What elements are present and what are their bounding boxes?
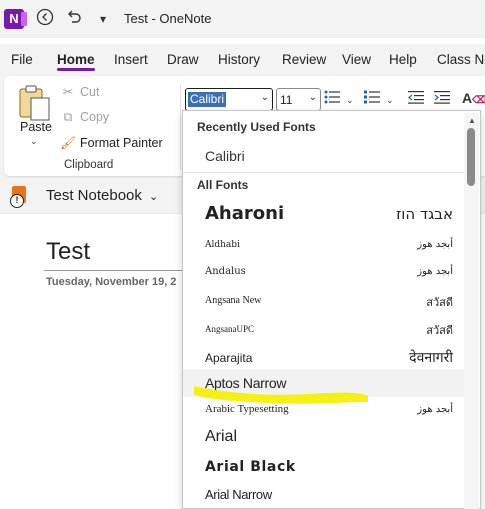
- page-date: Tuesday, November 19, 2: [46, 276, 177, 288]
- bullets-chevron-icon[interactable]: ⌄: [346, 95, 354, 106]
- font-item-calibri-recent[interactable]: Calibri: [183, 143, 465, 171]
- font-item-andalus[interactable]: Andalus أبجد هوز: [183, 260, 465, 288]
- clipboard-group-label: Clipboard: [64, 159, 114, 171]
- font-item-arial-narrow[interactable]: Arial Narrow: [183, 482, 465, 508]
- font-sample: أبجد هوز: [417, 404, 453, 415]
- font-item-aharoni[interactable]: Aharoni אבגד הוז: [183, 200, 465, 230]
- customize-quick-access-icon[interactable]: ▾: [92, 8, 114, 30]
- decrease-indent-icon[interactable]: [408, 90, 424, 107]
- window-title: Test - OneNote: [124, 11, 212, 26]
- font-item-angsanaupc[interactable]: AngsanaUPC สวัสดี: [183, 316, 465, 344]
- cut-button[interactable]: ✂ Cut: [60, 84, 100, 99]
- notebook-name[interactable]: Test Notebook: [46, 187, 142, 204]
- chevron-down-icon[interactable]: ⌄: [261, 92, 269, 103]
- format-painter-button[interactable]: 🖌 Format Painter: [60, 136, 163, 151]
- paste-icon[interactable]: [18, 84, 52, 124]
- tab-home[interactable]: Home: [57, 52, 95, 71]
- back-arrow-icon[interactable]: [34, 8, 56, 30]
- font-name-value: Calibri: [188, 92, 227, 107]
- font-sample: สวัสดี: [426, 297, 453, 309]
- recent-fonts-header: Recently Used Fonts: [197, 120, 316, 134]
- copy-icon: ⧉: [63, 110, 73, 124]
- page-title[interactable]: Test: [46, 238, 90, 266]
- font-name: Angsana New: [205, 295, 262, 306]
- tab-insert[interactable]: Insert: [114, 52, 148, 67]
- font-name: Aldhabi: [205, 240, 240, 250]
- numbering-icon[interactable]: [364, 90, 380, 107]
- tab-view[interactable]: View: [342, 52, 371, 67]
- font-item-aptos-narrow[interactable]: Aptos Narrow: [183, 369, 465, 397]
- font-item-angsana-new[interactable]: Angsana New สวัสดี: [183, 288, 465, 316]
- paste-options-chevron-icon[interactable]: ⌄: [30, 136, 38, 147]
- tab-help[interactable]: Help: [389, 52, 417, 67]
- tab-review[interactable]: Review: [282, 52, 326, 67]
- tab-history[interactable]: History: [218, 52, 260, 67]
- sync-warning-icon[interactable]: !: [10, 194, 24, 208]
- tab-class-notebook[interactable]: Class No: [437, 52, 485, 67]
- clear-formatting-icon[interactable]: A⌫: [462, 90, 485, 106]
- chevron-down-icon[interactable]: ⌄: [149, 190, 158, 203]
- increase-indent-icon[interactable]: [434, 90, 450, 107]
- font-sample: أبجد هوز: [417, 266, 453, 277]
- font-name: Aptos Narrow: [205, 375, 287, 391]
- font-sample: أبجد هوز: [417, 239, 453, 250]
- chevron-down-icon[interactable]: ⌄: [309, 92, 317, 103]
- font-sample: देवनागरी: [409, 350, 453, 366]
- cut-label: Cut: [80, 85, 100, 99]
- bullets-icon[interactable]: [324, 90, 340, 107]
- tab-draw[interactable]: Draw: [167, 52, 199, 67]
- scroll-up-arrow-icon[interactable]: ▲: [468, 116, 476, 125]
- font-item-aldhabi[interactable]: Aldhabi أبجد هوز: [183, 232, 465, 260]
- font-name: Arial: [205, 428, 238, 445]
- tab-file[interactable]: File: [11, 52, 33, 67]
- copy-button[interactable]: ⧉ Copy: [60, 110, 110, 125]
- font-name: AngsanaUPC: [205, 324, 254, 334]
- font-name-combobox[interactable]: Calibri ⌄: [185, 88, 273, 111]
- font-item-arial-black[interactable]: Arial Black: [183, 454, 465, 482]
- scissors-icon: ✂: [62, 85, 74, 99]
- font-name: Calibri: [205, 148, 245, 164]
- undo-icon[interactable]: [63, 8, 85, 30]
- page-title-underline: [44, 270, 184, 271]
- numbering-chevron-icon[interactable]: ⌄: [386, 95, 394, 106]
- font-name: Aharoni: [205, 203, 285, 224]
- all-fonts-header: All Fonts: [197, 178, 249, 192]
- scrollbar-thumb[interactable]: [467, 128, 475, 186]
- font-name: Arial Narrow: [205, 487, 272, 502]
- font-size-value: 11: [280, 93, 293, 107]
- font-name: Arabic Typesetting: [205, 403, 289, 415]
- font-item-arabic-typesetting[interactable]: Arabic Typesetting أبجد هوز: [183, 397, 465, 425]
- font-dropdown-menu: Recently Used Fonts Calibri All Fonts Ah…: [182, 110, 481, 509]
- title-bar: N ▾ Test - OneNote: [0, 0, 485, 38]
- menu-divider: [183, 172, 465, 173]
- paste-button[interactable]: Paste: [20, 120, 52, 134]
- onenote-logo-icon: N: [4, 9, 27, 29]
- font-sample: สวัสดี: [426, 325, 453, 337]
- group-divider: [180, 84, 181, 170]
- font-name: Aparajita: [205, 351, 253, 365]
- font-item-arial[interactable]: Arial: [183, 424, 465, 454]
- font-name: Arial Black: [205, 459, 296, 475]
- format-painter-icon: 🖌: [60, 136, 76, 150]
- font-size-combobox[interactable]: 11 ⌄: [276, 88, 321, 111]
- font-name: Andalus: [205, 266, 246, 277]
- menu-bar: File Home Insert Draw History Review Vie…: [0, 44, 485, 74]
- font-sample: אבגד הוז: [396, 205, 453, 223]
- format-painter-label: Format Painter: [80, 136, 163, 150]
- copy-label: Copy: [80, 110, 110, 124]
